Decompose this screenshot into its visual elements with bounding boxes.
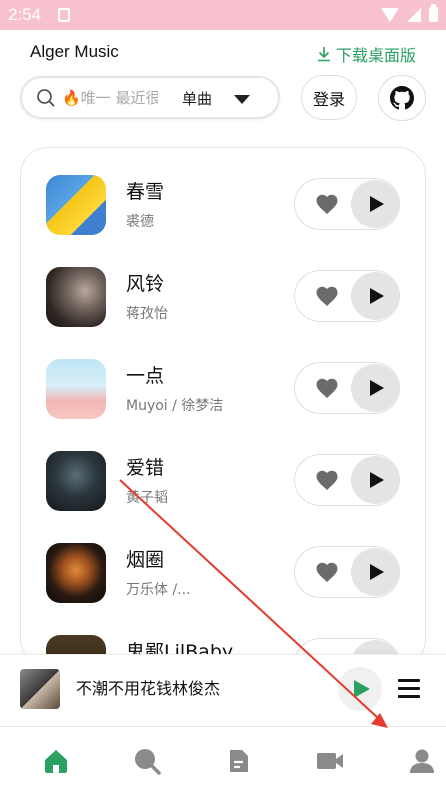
wifi-icon — [381, 7, 399, 22]
song-title: 一点 — [126, 365, 165, 387]
song-artist: 蒋孜怡 — [126, 306, 168, 322]
song-title: 风铃 — [126, 273, 165, 295]
nav-list[interactable] — [224, 746, 254, 776]
list-item[interactable]: 春雪 裘德 — [21, 175, 425, 255]
song-actions — [294, 178, 400, 230]
list-item[interactable]: 风铃 蒋孜怡 — [21, 267, 425, 347]
play-icon — [353, 680, 370, 698]
notification-icon — [58, 8, 70, 22]
github-icon — [390, 86, 414, 110]
heart-icon[interactable] — [315, 377, 339, 399]
player-cover — [20, 669, 60, 709]
signal-icon — [407, 7, 421, 22]
bottom-nav — [0, 726, 446, 792]
play-button[interactable] — [351, 364, 399, 412]
download-desktop-link[interactable]: 下载桌面版 — [316, 42, 416, 66]
nav-home[interactable] — [41, 746, 71, 776]
song-actions — [294, 454, 400, 506]
status-bar: 2:54 — [0, 0, 446, 30]
song-title: 春雪 — [126, 181, 165, 203]
login-button[interactable]: 登录 — [301, 75, 357, 120]
play-button[interactable] — [351, 272, 399, 320]
home-icon — [45, 750, 67, 773]
mini-player[interactable]: 不潮不用花钱林俊杰 — [0, 654, 446, 724]
play-icon — [369, 380, 384, 396]
user-icon — [410, 749, 434, 773]
album-cover — [46, 175, 106, 235]
battery-icon — [429, 4, 438, 22]
player-title: 不潮不用花钱林俊杰 — [76, 679, 221, 698]
list-item[interactable]: 一点 Muyoi / 徐梦洁 — [21, 359, 425, 439]
download-label: 下载桌面版 — [335, 46, 416, 65]
search-input[interactable]: 🔥唯一 最近很火 单曲 — [20, 76, 280, 119]
song-artist: 万乐体 /... — [126, 582, 191, 598]
song-actions — [294, 270, 400, 322]
nav-video[interactable] — [315, 746, 345, 776]
search-icon — [37, 88, 55, 107]
chevron-down-icon[interactable] — [234, 95, 250, 104]
play-icon — [369, 564, 384, 580]
song-title: 爱错 — [126, 457, 165, 479]
song-actions — [294, 362, 400, 414]
search-placeholder: 🔥唯一 最近很火 — [62, 89, 158, 107]
heart-icon[interactable] — [315, 469, 339, 491]
album-cover — [46, 267, 106, 327]
player-play-button[interactable] — [338, 667, 382, 711]
video-icon — [317, 753, 343, 769]
album-cover — [46, 359, 106, 419]
heart-icon[interactable] — [315, 285, 339, 307]
document-icon — [230, 750, 248, 772]
song-artist: 裘德 — [126, 214, 154, 230]
album-cover — [46, 543, 106, 603]
play-icon — [369, 472, 384, 488]
list-item[interactable]: 烟圈 万乐体 /... — [21, 543, 425, 623]
song-artist: 黄子韬 — [126, 490, 168, 506]
play-button[interactable] — [351, 180, 399, 228]
song-title: 烟圈 — [126, 549, 165, 571]
album-cover — [46, 451, 106, 511]
status-icons — [381, 4, 438, 22]
heart-icon[interactable] — [315, 561, 339, 583]
play-button[interactable] — [351, 548, 399, 596]
github-button[interactable] — [378, 75, 426, 121]
song-list: 春雪 裘德 风铃 蒋孜怡 一点 Muyoi / 徐梦洁 爱错 黄子韬 烟圈 万乐… — [20, 147, 426, 667]
play-button[interactable] — [351, 456, 399, 504]
menu-icon[interactable] — [398, 679, 420, 698]
nav-search[interactable] — [132, 746, 162, 776]
play-icon — [369, 288, 384, 304]
play-icon — [369, 196, 384, 212]
nav-user[interactable] — [407, 746, 437, 776]
list-item[interactable]: 爱错 黄子韬 — [21, 451, 425, 531]
status-time: 2:54 — [8, 5, 42, 24]
song-artist: Muyoi / 徐梦洁 — [126, 398, 224, 414]
search-icon — [135, 749, 161, 775]
song-actions — [294, 546, 400, 598]
download-icon — [317, 47, 330, 62]
app-title: Alger Music — [30, 42, 119, 61]
search-type-select[interactable]: 单曲 — [182, 88, 212, 109]
heart-icon[interactable] — [315, 193, 339, 215]
